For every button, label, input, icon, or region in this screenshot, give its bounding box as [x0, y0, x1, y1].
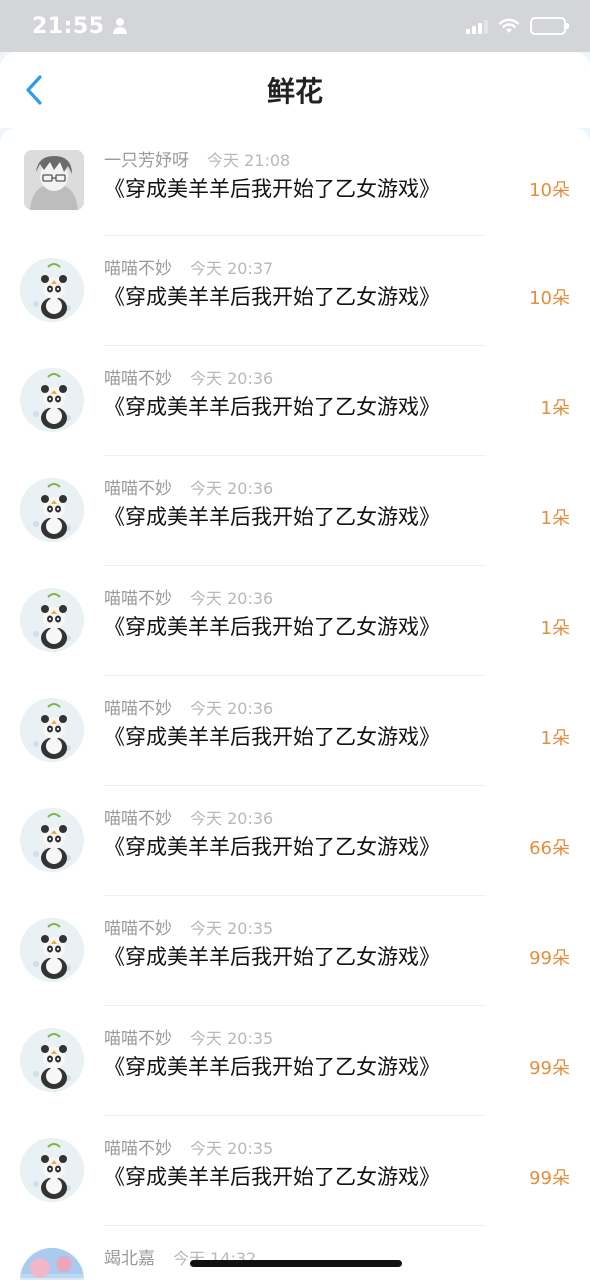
anime-boy-avatar-icon: [24, 150, 84, 210]
list-item[interactable]: 喵喵不妙 今天 20:36 《穿成美羊羊后我开始了乙女游戏》 1朵: [0, 566, 590, 676]
item-book-title[interactable]: 《穿成美羊羊后我开始了乙女游戏》: [104, 281, 440, 311]
avatar[interactable]: [20, 918, 84, 982]
home-indicator[interactable]: [190, 1260, 402, 1267]
item-username[interactable]: 喵喵不妙: [104, 1134, 172, 1159]
flower-list: 一只芳妤呀 今天 21:08 《穿成美羊羊后我开始了乙女游戏》 10朵 喵喵不妙…: [0, 128, 590, 1280]
status-bar: 21:55: [0, 0, 590, 52]
avatar[interactable]: [24, 150, 84, 210]
panda-avatar-icon: [20, 808, 84, 872]
nav-bar: 鲜花: [0, 52, 590, 128]
item-flower-count: 99朵: [529, 948, 570, 969]
item-book-title[interactable]: 《穿成美羊羊后我开始了乙女游戏》: [104, 391, 440, 421]
item-flower-count: 1朵: [540, 398, 570, 419]
person-icon: [112, 18, 127, 34]
item-meta: 喵喵不妙 今天 20:36: [104, 474, 273, 499]
list-item[interactable]: 喵喵不妙 今天 20:36 《穿成美羊羊后我开始了乙女游戏》 1朵: [0, 456, 590, 566]
item-book-title[interactable]: 《穿成美羊羊后我开始了乙女游戏》: [104, 1051, 440, 1081]
chevron-left-icon: [26, 75, 42, 105]
item-username[interactable]: 喵喵不妙: [104, 254, 172, 279]
item-username[interactable]: 喵喵不妙: [104, 804, 172, 829]
panda-avatar-icon: [20, 478, 84, 542]
panda-avatar-icon: [20, 588, 84, 652]
item-meta: 喵喵不妙 今天 20:37: [104, 254, 273, 279]
item-flower-count: 10朵: [529, 288, 570, 309]
status-icons: [466, 17, 569, 35]
item-time: 今天 20:37: [190, 259, 274, 278]
panda-avatar-icon: [20, 918, 84, 982]
item-time: 今天 20:35: [190, 1139, 274, 1158]
list-item[interactable]: 喵喵不妙 今天 20:36 《穿成美羊羊后我开始了乙女游戏》 1朵: [0, 676, 590, 786]
item-time: 今天 20:35: [190, 919, 274, 938]
list-item[interactable]: 一只芳妤呀 今天 21:08 《穿成美羊羊后我开始了乙女游戏》 10朵: [0, 128, 590, 236]
avatar[interactable]: [20, 1138, 84, 1202]
signal-icon: [466, 18, 488, 34]
item-time: 今天 20:35: [190, 1029, 274, 1048]
item-flower-count: 66朵: [529, 838, 570, 859]
item-meta: 喵喵不妙 今天 20:35: [104, 1024, 273, 1049]
item-username[interactable]: 喵喵不妙: [104, 474, 172, 499]
list-item[interactable]: 喵喵不妙 今天 20:35 《穿成美羊羊后我开始了乙女游戏》 99朵: [0, 1116, 590, 1226]
avatar[interactable]: [20, 808, 84, 872]
item-meta: 喵喵不妙 今天 20:36: [104, 694, 273, 719]
list-item[interactable]: 喵喵不妙 今天 20:36 《穿成美羊羊后我开始了乙女游戏》 1朵: [0, 346, 590, 456]
panda-avatar-icon: [20, 1028, 84, 1092]
item-username[interactable]: 喵喵不妙: [104, 914, 172, 939]
item-meta: 喵喵不妙 今天 20:36: [104, 804, 273, 829]
item-meta: 喵喵不妙 今天 20:36: [104, 364, 273, 389]
avatar[interactable]: [20, 588, 84, 652]
item-time: 今天 20:36: [190, 589, 274, 608]
panda-avatar-icon: [20, 258, 84, 322]
item-username[interactable]: 喵喵不妙: [104, 1024, 172, 1049]
item-time: 今天 20:36: [190, 369, 274, 388]
item-flower-count: 99朵: [529, 1168, 570, 1189]
item-username[interactable]: 喵喵不妙: [104, 584, 172, 609]
panda-avatar-icon: [20, 1138, 84, 1202]
item-time: 今天 20:36: [190, 809, 274, 828]
panda-avatar-icon: [20, 698, 84, 762]
page-title: 鲜花: [266, 75, 323, 108]
list-item[interactable]: 喵喵不妙 今天 20:35 《穿成美羊羊后我开始了乙女游戏》 99朵: [0, 1006, 590, 1116]
item-time: 今天 21:08: [207, 151, 291, 170]
list-item[interactable]: 喵喵不妙 今天 20:35 《穿成美羊羊后我开始了乙女游戏》 99朵: [0, 896, 590, 1006]
avatar[interactable]: [20, 698, 84, 762]
status-time: 21:55: [32, 13, 105, 39]
item-book-title[interactable]: 《穿成美羊羊后我开始了乙女游戏》: [104, 1161, 440, 1191]
item-flower-count: 10朵: [529, 180, 570, 201]
item-username[interactable]: 竭北嘉: [104, 1244, 155, 1269]
item-meta: 喵喵不妙 今天 20:35: [104, 914, 273, 939]
list-item[interactable]: 竭北嘉 今天 14:32: [0, 1226, 590, 1280]
item-book-title[interactable]: 《穿成美羊羊后我开始了乙女游戏》: [104, 611, 440, 641]
item-flower-count: 1朵: [540, 618, 570, 639]
avatar[interactable]: [20, 478, 84, 542]
panda-avatar-icon: [20, 368, 84, 432]
list-item[interactable]: 喵喵不妙 今天 20:37 《穿成美羊羊后我开始了乙女游戏》 10朵: [0, 236, 590, 346]
item-username[interactable]: 喵喵不妙: [104, 364, 172, 389]
avatar[interactable]: [20, 368, 84, 432]
item-time: 今天 20:36: [190, 699, 274, 718]
item-username[interactable]: 一只芳妤呀: [104, 146, 189, 171]
avatar[interactable]: [20, 258, 84, 322]
item-meta: 一只芳妤呀 今天 21:08: [104, 146, 290, 171]
item-time: 今天 20:36: [190, 479, 274, 498]
battery-icon: [530, 17, 569, 35]
item-book-title[interactable]: 《穿成美羊羊后我开始了乙女游戏》: [104, 831, 440, 861]
back-button[interactable]: [14, 70, 54, 110]
item-book-title[interactable]: 《穿成美羊羊后我开始了乙女游戏》: [104, 501, 440, 531]
item-book-title[interactable]: 《穿成美羊羊后我开始了乙女游戏》: [104, 173, 440, 203]
item-flower-count: 99朵: [529, 1058, 570, 1079]
avatar[interactable]: [20, 1028, 84, 1092]
screen: 21:55 鲜花 一只芳妤呀 今天 21:08 《穿成美羊羊后我开始了乙女游戏》…: [0, 0, 590, 1280]
list-item[interactable]: 喵喵不妙 今天 20:36 《穿成美羊羊后我开始了乙女游戏》 66朵: [0, 786, 590, 896]
wifi-icon: [499, 18, 519, 33]
item-username[interactable]: 喵喵不妙: [104, 694, 172, 719]
avatar[interactable]: [20, 1248, 84, 1280]
item-book-title[interactable]: 《穿成美羊羊后我开始了乙女游戏》: [104, 941, 440, 971]
item-meta: 喵喵不妙 今天 20:35: [104, 1134, 273, 1159]
item-flower-count: 1朵: [540, 728, 570, 749]
item-flower-count: 1朵: [540, 508, 570, 529]
item-book-title[interactable]: 《穿成美羊羊后我开始了乙女游戏》: [104, 721, 440, 751]
scenery-avatar-icon: [20, 1248, 84, 1280]
item-meta: 喵喵不妙 今天 20:36: [104, 584, 273, 609]
